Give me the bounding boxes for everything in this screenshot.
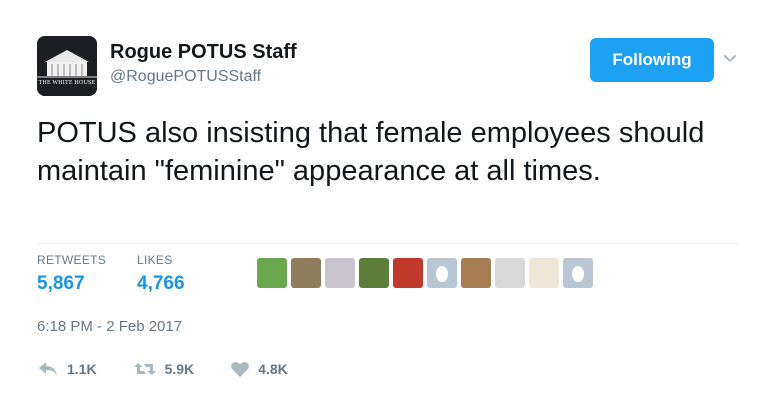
likes-label: LIKES: [137, 253, 173, 267]
liker-avatar[interactable]: [393, 258, 423, 288]
timestamp[interactable]: 6:18 PM - 2 Feb 2017: [37, 318, 182, 335]
liker-avatar[interactable]: [461, 258, 491, 288]
liker-avatar[interactable]: [359, 258, 389, 288]
white-house-logo: [37, 36, 97, 96]
egg-icon: [572, 266, 584, 282]
liker-avatar[interactable]: [325, 258, 355, 288]
like-button[interactable]: 4.8K: [230, 360, 288, 378]
retweet-button[interactable]: 5.9K: [133, 360, 195, 378]
avatar-caption: THE WHITE HOUSE: [38, 80, 96, 86]
like-count: 4.8K: [258, 361, 288, 377]
likes-stat[interactable]: LIKES 4,766: [137, 253, 185, 295]
retweets-count[interactable]: 5,867: [37, 273, 106, 295]
following-button[interactable]: Following: [590, 38, 714, 82]
reply-count: 1.1K: [67, 361, 97, 377]
liker-avatar[interactable]: [257, 258, 287, 288]
reply-icon: [39, 362, 57, 376]
likes-count[interactable]: 4,766: [137, 273, 185, 295]
egg-icon: [436, 266, 448, 282]
retweets-stat[interactable]: RETWEETS 5,867: [37, 253, 106, 295]
retweet-icon: [133, 363, 156, 375]
action-bar: 1.1K 5.9K 4.8K: [37, 360, 324, 378]
liker-avatar[interactable]: [529, 258, 559, 288]
liker-avatar[interactable]: [427, 258, 457, 288]
liker-avatar[interactable]: [495, 258, 525, 288]
liker-avatar[interactable]: [291, 258, 321, 288]
chevron-down-icon[interactable]: [722, 50, 738, 66]
heart-icon: [231, 362, 249, 377]
avatar[interactable]: THE WHITE HOUSE: [37, 36, 97, 96]
divider: [37, 243, 739, 244]
retweet-count: 5.9K: [164, 361, 195, 377]
reply-button[interactable]: 1.1K: [37, 360, 97, 378]
user-name[interactable]: Rogue POTUS Staff: [110, 41, 297, 64]
liker-avatar[interactable]: [563, 258, 593, 288]
user-handle[interactable]: @RoguePOTUSStaff: [110, 68, 261, 86]
retweets-label: RETWEETS: [37, 253, 107, 267]
liker-avatars: [257, 258, 593, 288]
tweet-text: POTUS also insisting that female employe…: [37, 117, 705, 187]
